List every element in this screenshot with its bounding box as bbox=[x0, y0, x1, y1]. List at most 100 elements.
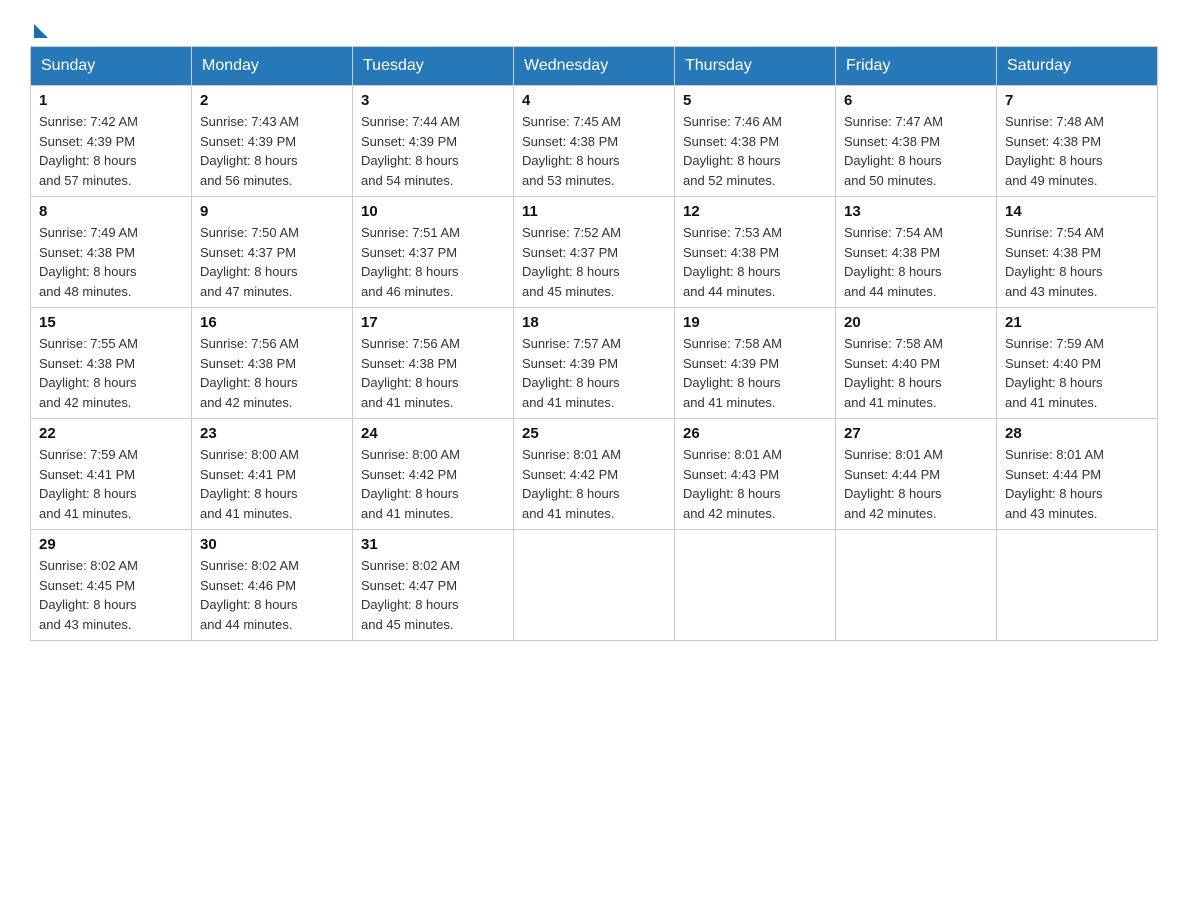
calendar-cell: 2 Sunrise: 7:43 AM Sunset: 4:39 PM Dayli… bbox=[192, 86, 353, 197]
day-info: Sunrise: 7:47 AM Sunset: 4:38 PM Dayligh… bbox=[844, 112, 988, 190]
day-number: 18 bbox=[522, 314, 666, 331]
calendar-cell: 19 Sunrise: 7:58 AM Sunset: 4:39 PM Dayl… bbox=[675, 308, 836, 419]
day-info: Sunrise: 8:02 AM Sunset: 4:46 PM Dayligh… bbox=[200, 556, 344, 634]
day-number: 31 bbox=[361, 536, 505, 553]
calendar-cell: 20 Sunrise: 7:58 AM Sunset: 4:40 PM Dayl… bbox=[836, 308, 997, 419]
week-row-2: 8 Sunrise: 7:49 AM Sunset: 4:38 PM Dayli… bbox=[31, 197, 1158, 308]
calendar-cell: 9 Sunrise: 7:50 AM Sunset: 4:37 PM Dayli… bbox=[192, 197, 353, 308]
day-number: 17 bbox=[361, 314, 505, 331]
calendar-cell: 4 Sunrise: 7:45 AM Sunset: 4:38 PM Dayli… bbox=[514, 86, 675, 197]
day-info: Sunrise: 8:01 AM Sunset: 4:44 PM Dayligh… bbox=[844, 445, 988, 523]
calendar-cell: 12 Sunrise: 7:53 AM Sunset: 4:38 PM Dayl… bbox=[675, 197, 836, 308]
calendar-cell: 17 Sunrise: 7:56 AM Sunset: 4:38 PM Dayl… bbox=[353, 308, 514, 419]
calendar-cell: 26 Sunrise: 8:01 AM Sunset: 4:43 PM Dayl… bbox=[675, 419, 836, 530]
calendar-cell: 25 Sunrise: 8:01 AM Sunset: 4:42 PM Dayl… bbox=[514, 419, 675, 530]
day-info: Sunrise: 8:02 AM Sunset: 4:47 PM Dayligh… bbox=[361, 556, 505, 634]
day-number: 24 bbox=[361, 425, 505, 442]
calendar-cell: 16 Sunrise: 7:56 AM Sunset: 4:38 PM Dayl… bbox=[192, 308, 353, 419]
day-number: 22 bbox=[39, 425, 183, 442]
calendar-cell bbox=[836, 530, 997, 641]
day-info: Sunrise: 7:54 AM Sunset: 4:38 PM Dayligh… bbox=[1005, 223, 1149, 301]
day-info: Sunrise: 8:01 AM Sunset: 4:43 PM Dayligh… bbox=[683, 445, 827, 523]
page-header bbox=[30, 20, 1158, 36]
day-info: Sunrise: 8:00 AM Sunset: 4:42 PM Dayligh… bbox=[361, 445, 505, 523]
day-number: 27 bbox=[844, 425, 988, 442]
calendar-cell: 8 Sunrise: 7:49 AM Sunset: 4:38 PM Dayli… bbox=[31, 197, 192, 308]
day-number: 30 bbox=[200, 536, 344, 553]
calendar-cell: 18 Sunrise: 7:57 AM Sunset: 4:39 PM Dayl… bbox=[514, 308, 675, 419]
day-number: 26 bbox=[683, 425, 827, 442]
calendar-cell: 21 Sunrise: 7:59 AM Sunset: 4:40 PM Dayl… bbox=[997, 308, 1158, 419]
day-number: 25 bbox=[522, 425, 666, 442]
calendar-cell: 15 Sunrise: 7:55 AM Sunset: 4:38 PM Dayl… bbox=[31, 308, 192, 419]
calendar-cell: 28 Sunrise: 8:01 AM Sunset: 4:44 PM Dayl… bbox=[997, 419, 1158, 530]
day-info: Sunrise: 8:02 AM Sunset: 4:45 PM Dayligh… bbox=[39, 556, 183, 634]
day-info: Sunrise: 7:59 AM Sunset: 4:40 PM Dayligh… bbox=[1005, 334, 1149, 412]
day-info: Sunrise: 7:48 AM Sunset: 4:38 PM Dayligh… bbox=[1005, 112, 1149, 190]
day-info: Sunrise: 7:44 AM Sunset: 4:39 PM Dayligh… bbox=[361, 112, 505, 190]
week-row-1: 1 Sunrise: 7:42 AM Sunset: 4:39 PM Dayli… bbox=[31, 86, 1158, 197]
calendar-cell: 29 Sunrise: 8:02 AM Sunset: 4:45 PM Dayl… bbox=[31, 530, 192, 641]
day-number: 12 bbox=[683, 203, 827, 220]
day-number: 29 bbox=[39, 536, 183, 553]
day-info: Sunrise: 7:50 AM Sunset: 4:37 PM Dayligh… bbox=[200, 223, 344, 301]
week-row-5: 29 Sunrise: 8:02 AM Sunset: 4:45 PM Dayl… bbox=[31, 530, 1158, 641]
calendar-cell bbox=[514, 530, 675, 641]
day-info: Sunrise: 7:57 AM Sunset: 4:39 PM Dayligh… bbox=[522, 334, 666, 412]
day-info: Sunrise: 8:00 AM Sunset: 4:41 PM Dayligh… bbox=[200, 445, 344, 523]
day-number: 16 bbox=[200, 314, 344, 331]
day-number: 15 bbox=[39, 314, 183, 331]
day-number: 19 bbox=[683, 314, 827, 331]
day-info: Sunrise: 7:42 AM Sunset: 4:39 PM Dayligh… bbox=[39, 112, 183, 190]
day-info: Sunrise: 7:54 AM Sunset: 4:38 PM Dayligh… bbox=[844, 223, 988, 301]
calendar-cell: 13 Sunrise: 7:54 AM Sunset: 4:38 PM Dayl… bbox=[836, 197, 997, 308]
day-number: 4 bbox=[522, 92, 666, 109]
day-number: 28 bbox=[1005, 425, 1149, 442]
day-number: 2 bbox=[200, 92, 344, 109]
weekday-header-sunday: Sunday bbox=[31, 47, 192, 86]
day-info: Sunrise: 7:53 AM Sunset: 4:38 PM Dayligh… bbox=[683, 223, 827, 301]
day-info: Sunrise: 7:56 AM Sunset: 4:38 PM Dayligh… bbox=[361, 334, 505, 412]
logo-triangle-icon bbox=[34, 24, 48, 38]
calendar-cell: 27 Sunrise: 8:01 AM Sunset: 4:44 PM Dayl… bbox=[836, 419, 997, 530]
day-info: Sunrise: 8:01 AM Sunset: 4:42 PM Dayligh… bbox=[522, 445, 666, 523]
calendar-cell: 31 Sunrise: 8:02 AM Sunset: 4:47 PM Dayl… bbox=[353, 530, 514, 641]
day-info: Sunrise: 8:01 AM Sunset: 4:44 PM Dayligh… bbox=[1005, 445, 1149, 523]
weekday-header-friday: Friday bbox=[836, 47, 997, 86]
calendar-cell: 11 Sunrise: 7:52 AM Sunset: 4:37 PM Dayl… bbox=[514, 197, 675, 308]
week-row-4: 22 Sunrise: 7:59 AM Sunset: 4:41 PM Dayl… bbox=[31, 419, 1158, 530]
day-number: 6 bbox=[844, 92, 988, 109]
calendar-cell: 14 Sunrise: 7:54 AM Sunset: 4:38 PM Dayl… bbox=[997, 197, 1158, 308]
day-info: Sunrise: 7:58 AM Sunset: 4:39 PM Dayligh… bbox=[683, 334, 827, 412]
day-number: 14 bbox=[1005, 203, 1149, 220]
day-number: 20 bbox=[844, 314, 988, 331]
day-info: Sunrise: 7:58 AM Sunset: 4:40 PM Dayligh… bbox=[844, 334, 988, 412]
day-number: 10 bbox=[361, 203, 505, 220]
day-info: Sunrise: 7:49 AM Sunset: 4:38 PM Dayligh… bbox=[39, 223, 183, 301]
day-number: 3 bbox=[361, 92, 505, 109]
calendar-cell: 3 Sunrise: 7:44 AM Sunset: 4:39 PM Dayli… bbox=[353, 86, 514, 197]
day-info: Sunrise: 7:55 AM Sunset: 4:38 PM Dayligh… bbox=[39, 334, 183, 412]
day-info: Sunrise: 7:51 AM Sunset: 4:37 PM Dayligh… bbox=[361, 223, 505, 301]
day-info: Sunrise: 7:45 AM Sunset: 4:38 PM Dayligh… bbox=[522, 112, 666, 190]
calendar-cell: 1 Sunrise: 7:42 AM Sunset: 4:39 PM Dayli… bbox=[31, 86, 192, 197]
day-number: 5 bbox=[683, 92, 827, 109]
weekday-header-monday: Monday bbox=[192, 47, 353, 86]
day-number: 11 bbox=[522, 203, 666, 220]
day-info: Sunrise: 7:59 AM Sunset: 4:41 PM Dayligh… bbox=[39, 445, 183, 523]
day-info: Sunrise: 7:52 AM Sunset: 4:37 PM Dayligh… bbox=[522, 223, 666, 301]
logo bbox=[30, 20, 48, 36]
day-info: Sunrise: 7:46 AM Sunset: 4:38 PM Dayligh… bbox=[683, 112, 827, 190]
calendar-cell: 6 Sunrise: 7:47 AM Sunset: 4:38 PM Dayli… bbox=[836, 86, 997, 197]
weekday-header-thursday: Thursday bbox=[675, 47, 836, 86]
weekday-header-wednesday: Wednesday bbox=[514, 47, 675, 86]
calendar-cell: 24 Sunrise: 8:00 AM Sunset: 4:42 PM Dayl… bbox=[353, 419, 514, 530]
weekday-header-saturday: Saturday bbox=[997, 47, 1158, 86]
calendar-cell: 30 Sunrise: 8:02 AM Sunset: 4:46 PM Dayl… bbox=[192, 530, 353, 641]
calendar-cell: 5 Sunrise: 7:46 AM Sunset: 4:38 PM Dayli… bbox=[675, 86, 836, 197]
day-number: 21 bbox=[1005, 314, 1149, 331]
day-info: Sunrise: 7:56 AM Sunset: 4:38 PM Dayligh… bbox=[200, 334, 344, 412]
calendar-cell bbox=[675, 530, 836, 641]
calendar-cell: 22 Sunrise: 7:59 AM Sunset: 4:41 PM Dayl… bbox=[31, 419, 192, 530]
day-number: 9 bbox=[200, 203, 344, 220]
